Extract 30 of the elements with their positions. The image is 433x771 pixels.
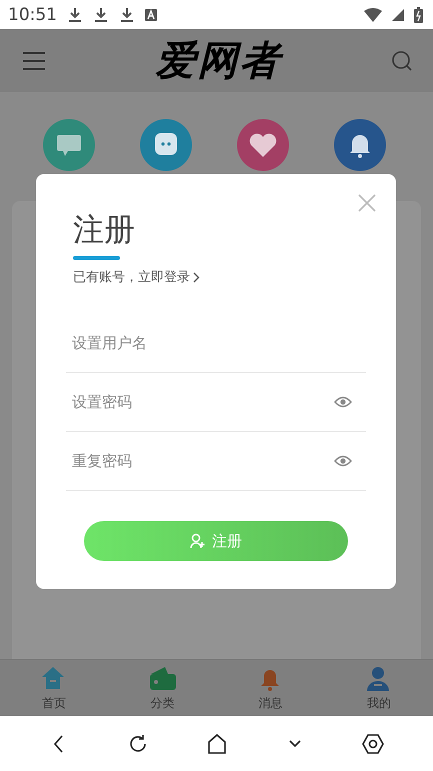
tab-label[interactable]: 我的 [366,694,391,712]
settings-icon[interactable] [362,732,384,754]
tab-label[interactable]: 分类 [150,694,174,712]
tab-label[interactable]: 消息 [258,694,283,712]
eye-icon[interactable] [334,454,352,468]
register-button[interactable]: 注册 [84,521,348,561]
download-icon [93,6,109,22]
notification-icon [145,8,157,20]
home-icon[interactable] [206,732,228,754]
wifi-icon [364,8,382,22]
signal-icon [392,8,404,20]
login-link[interactable]: 已有账号，立即登录 [73,268,200,286]
chat-shortcut-icon[interactable] [140,119,192,171]
refresh-icon[interactable] [128,734,148,754]
app-logo: 爱网者 [154,37,284,86]
download-icon [67,6,83,22]
battery-icon [414,6,423,22]
download-icon [119,6,135,22]
dialog-title: 注册 [73,211,136,250]
eye-icon[interactable] [334,395,352,409]
title-underline [73,256,120,260]
tab-label[interactable]: 首页 [42,694,66,712]
chevron-right-icon [193,272,200,282]
close-icon [358,194,376,212]
status-time: 10:51 [8,4,57,24]
user-plus-icon [190,533,206,549]
bell-shortcut-icon[interactable] [334,119,386,171]
search-icon[interactable] [391,50,413,72]
menu-icon[interactable] [22,52,46,70]
heart-shortcut-icon[interactable] [237,119,290,171]
